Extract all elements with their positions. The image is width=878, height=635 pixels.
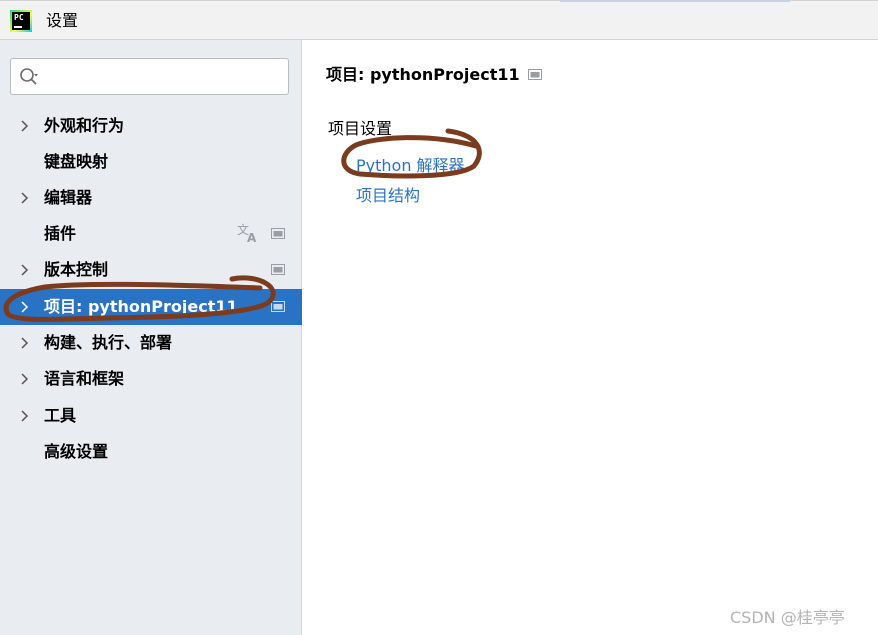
window-title: 设置 <box>46 11 79 30</box>
python-interpreter-link[interactable]: Python 解释器 <box>356 155 465 177</box>
sidebar-item-label: 键盘映射 <box>44 152 109 171</box>
chevron-right-icon[interactable] <box>18 300 32 314</box>
sidebar-item-label: 工具 <box>44 406 77 425</box>
chevron-right-icon[interactable] <box>18 263 32 277</box>
sidebar-item-label: 高级设置 <box>44 442 109 461</box>
project-scope-icon <box>271 264 285 275</box>
section-heading: 项目设置 <box>328 119 393 138</box>
sidebar-item-label: 版本控制 <box>44 260 109 279</box>
sidebar-item-languages-frameworks[interactable]: 语言和框架 <box>0 361 302 397</box>
sidebar-item-advanced-settings[interactable]: 高级设置 <box>0 434 302 470</box>
chevron-right-icon[interactable] <box>18 119 32 133</box>
sidebar-item-label: 编辑器 <box>44 188 93 207</box>
project-scope-icon <box>271 301 285 312</box>
chevron-right-icon[interactable] <box>18 336 32 350</box>
project-structure-link[interactable]: 项目结构 <box>356 185 420 207</box>
settings-content: 项目: pythonProject11 项目设置 Python 解释器 项目结构 <box>302 40 878 635</box>
sidebar-item-label: 构建、执行、部署 <box>44 333 173 352</box>
page-title: 项目: pythonProject11 <box>326 65 520 84</box>
app-icon-text: PC <box>14 13 24 22</box>
sidebar-item-appearance[interactable]: 外观和行为 <box>0 108 302 144</box>
sidebar-item-keymap[interactable]: 键盘映射 <box>0 144 302 180</box>
title-bar: PC 设置 <box>0 0 878 40</box>
search-icon[interactable] <box>19 67 39 87</box>
pycharm-icon: PC <box>10 10 32 32</box>
sidebar-item-label: 语言和框架 <box>44 369 125 388</box>
chevron-right-icon[interactable] <box>18 409 32 423</box>
sidebar-item-project[interactable]: 项目: pythonProject11 <box>0 289 302 325</box>
sidebar-item-editor[interactable]: 编辑器 <box>0 180 302 216</box>
sidebar-item-version-control[interactable]: 版本控制 <box>0 252 302 288</box>
sidebar-item-label: 插件 <box>44 224 77 243</box>
search-box[interactable] <box>10 58 289 95</box>
chevron-right-icon[interactable] <box>18 372 32 386</box>
sidebar-item-tools[interactable]: 工具 <box>0 398 302 434</box>
watermark: CSDN @桂亭亭 <box>730 608 845 627</box>
svg-text:A: A <box>247 231 257 244</box>
window-top-accent <box>560 0 790 2</box>
project-scope-icon <box>271 228 285 239</box>
translate-icon: 文 A <box>237 222 257 244</box>
sidebar-item-build-execution-deployment[interactable]: 构建、执行、部署 <box>0 325 302 361</box>
settings-sidebar: 外观和行为 键盘映射 编辑器 插件 文 A 版本控制 项目: pythonPro… <box>0 40 302 635</box>
search-input[interactable] <box>49 65 283 89</box>
sidebar-item-plugins[interactable]: 插件 文 A <box>0 216 302 252</box>
sidebar-item-label: 外观和行为 <box>44 116 125 135</box>
project-scope-icon <box>528 69 542 80</box>
sidebar-item-label: 项目: pythonProject11 <box>44 297 238 316</box>
chevron-right-icon[interactable] <box>18 191 32 205</box>
